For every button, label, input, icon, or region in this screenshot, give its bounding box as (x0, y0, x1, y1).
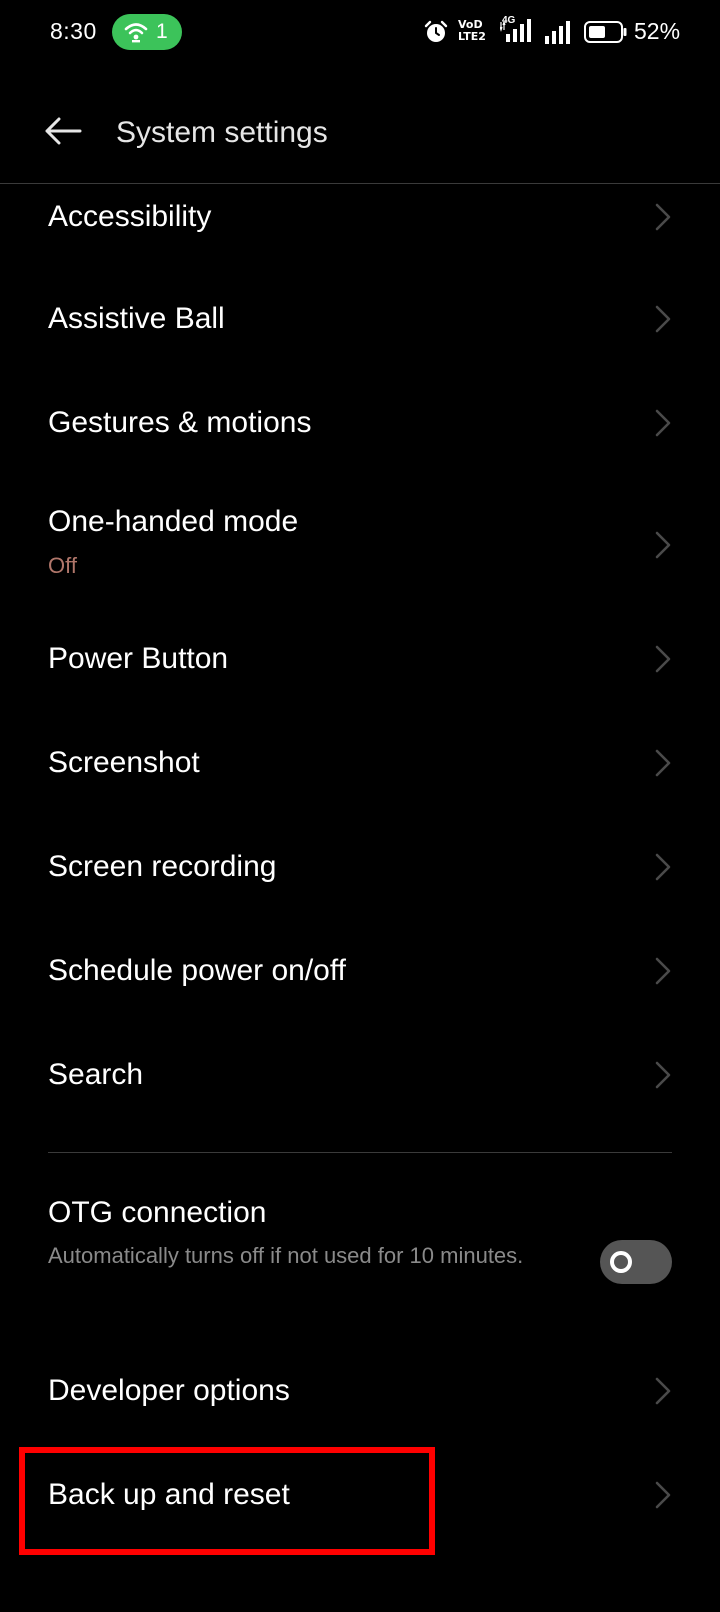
screen: 8:30 1 VoD LTE2 4G 52% System settings A… (0, 0, 720, 1612)
settings-item-label: Schedule power on/off (48, 954, 346, 987)
settings-item-gestures-motions[interactable]: Gestures & motions (0, 374, 720, 478)
settings-item-otg-connection[interactable]: OTG connection Automatically turns off i… (0, 1190, 720, 1324)
settings-item-schedule-power[interactable]: Schedule power on/off (0, 926, 720, 1030)
settings-item-accessibility[interactable]: Accessibility (0, 186, 720, 270)
status-bar: 8:30 1 VoD LTE2 4G 52% (0, 0, 720, 66)
status-time: 8:30 (50, 18, 97, 44)
settings-item-search[interactable]: Search (0, 1030, 720, 1134)
chevron-right-icon (655, 853, 671, 881)
chevron-right-icon (655, 957, 671, 985)
settings-item-label: OTG connection (48, 1196, 267, 1229)
settings-item-label: Power Button (48, 642, 229, 675)
settings-item-screen-recording[interactable]: Screen recording (0, 822, 720, 926)
settings-item-assistive-ball[interactable]: Assistive Ball (0, 270, 720, 374)
alarm-icon (424, 20, 448, 42)
section-divider (48, 1152, 672, 1153)
app-header: System settings (0, 66, 720, 184)
settings-item-screenshot[interactable]: Screenshot (0, 718, 720, 822)
page-title: System settings (116, 116, 328, 149)
status-icons: VoD LTE2 4G 52% (400, 0, 720, 66)
toggle-knob (610, 1251, 632, 1273)
settings-item-label: One-handed mode (48, 505, 299, 538)
highlight-annotation (19, 1447, 435, 1555)
signal-sim1-icon (500, 19, 531, 42)
settings-item-label: Gestures & motions (48, 406, 312, 439)
volte-indicator: VoD LTE2 (458, 18, 486, 43)
chevron-right-icon (655, 1481, 671, 1509)
settings-item-label: Screenshot (48, 746, 200, 779)
settings-item-one-handed-mode[interactable]: One-handed mode Off (0, 478, 720, 614)
chevron-right-icon (655, 409, 671, 437)
battery-percent: 52% (634, 18, 681, 44)
hotspot-indicator[interactable]: 1 (112, 14, 182, 50)
settings-item-label: Search (48, 1058, 144, 1091)
chevron-right-icon (655, 203, 671, 231)
otg-toggle[interactable] (600, 1240, 672, 1284)
settings-item-label: Accessibility (48, 200, 212, 233)
chevron-right-icon (655, 305, 671, 333)
settings-item-label: Screen recording (48, 850, 277, 883)
hotspot-icon (124, 23, 148, 43)
settings-item-subtitle: Off (48, 553, 77, 578)
chevron-right-icon (655, 1061, 671, 1089)
battery-icon (584, 21, 627, 43)
settings-item-subtitle: Automatically turns off if not used for … (48, 1243, 524, 1268)
settings-item-label: Developer options (48, 1374, 290, 1407)
settings-item-label: Assistive Ball (48, 302, 225, 335)
settings-item-developer-options[interactable]: Developer options (0, 1346, 720, 1450)
hotspot-count: 1 (156, 20, 168, 43)
chevron-right-icon (655, 531, 671, 559)
chevron-right-icon (655, 645, 671, 673)
chevron-right-icon (655, 749, 671, 777)
back-arrow-icon[interactable] (44, 116, 82, 146)
chevron-right-icon (655, 1377, 671, 1405)
settings-item-power-button[interactable]: Power Button (0, 614, 720, 718)
signal-sim2-icon (545, 21, 570, 44)
